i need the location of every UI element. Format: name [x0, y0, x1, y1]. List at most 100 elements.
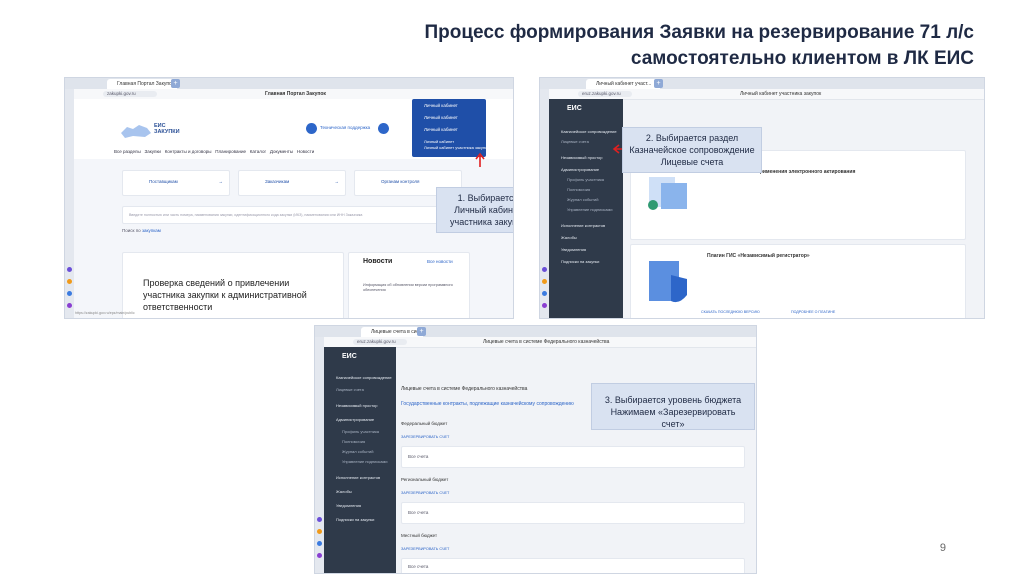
- accounts-row[interactable]: Все счета: [401, 502, 745, 524]
- nav-purchases[interactable]: Закупки: [145, 149, 161, 154]
- arrow-right-icon: →: [218, 179, 224, 184]
- slide-title-line2: самостоятельно клиентом в ЛК ЕИС: [630, 48, 974, 69]
- info-card-plugin: Плагин ГИС «Независимый регистратор» СКА…: [630, 244, 966, 318]
- callout-step-1: 1. Выбирается Личный кабинет участника з…: [436, 187, 514, 233]
- sidebar-item[interactable]: Независимый простор: [561, 155, 603, 160]
- nav-all-sections[interactable]: Все разделы: [114, 149, 141, 154]
- personal-cabinet-menu: Личный кабинет Личный кабинет Личный каб…: [412, 99, 489, 157]
- sidebar-item-treasury[interactable]: Казначейское сопровождение: [561, 129, 617, 134]
- cabinet-sidebar: ЕИС Казначейское сопровождение Лицевые с…: [324, 347, 396, 573]
- plugin-more-link[interactable]: ПОДРОБНЕЕ О ПЛАГИНЕ: [791, 309, 835, 315]
- sidebar-item[interactable]: Уведомления: [561, 247, 586, 252]
- sidebar-item[interactable]: Полномочия: [567, 187, 590, 192]
- contracts-tab[interactable]: Государственные контракты, подлежащие ка…: [401, 401, 574, 408]
- callout-line: 2. Выбирается раздел: [645, 133, 739, 143]
- screenshot-cabinet: Личный кабинет участ... + eruz.zakupki.g…: [539, 77, 985, 319]
- callout-line: Казначейское сопровождение: [629, 145, 755, 155]
- status-url: https://zakupki.gov.ru/epz/main/public: [75, 311, 135, 315]
- sidebar-item[interactable]: Подписки на закупки: [561, 259, 599, 264]
- news-item[interactable]: Информация об обновлении версии программ…: [363, 283, 453, 293]
- nav-contracts[interactable]: Контракты и договоры: [165, 149, 212, 154]
- callout-line: участника закупок: [450, 217, 513, 227]
- sidebar-item[interactable]: Профиль участника: [342, 429, 379, 434]
- new-tab-button[interactable]: +: [171, 79, 180, 88]
- orange-app-icon[interactable]: [67, 279, 72, 284]
- sidebar-item[interactable]: Профиль участника: [567, 177, 604, 182]
- sidebar-item[interactable]: Жалобы: [561, 235, 577, 240]
- callout-line: Личный кабинет: [454, 205, 514, 215]
- accounts-row-label: Все счета: [408, 510, 429, 515]
- url-field[interactable]: zakupki.gov.ru: [103, 91, 157, 97]
- purple-app-icon[interactable]: [67, 267, 72, 272]
- menu-item-participant[interactable]: Личный кабинет участника закупок: [424, 145, 489, 151]
- url-field[interactable]: eruz.zakupki.gov.ru: [353, 339, 407, 345]
- violet-app-icon[interactable]: [317, 553, 322, 558]
- sidebar-item[interactable]: Журнал событий: [567, 197, 598, 202]
- sidebar-item-accounts[interactable]: Лицевые счета: [561, 139, 589, 144]
- violet-app-icon[interactable]: [542, 303, 547, 308]
- article-card[interactable]: Проверка сведений о привлечении участник…: [122, 252, 344, 318]
- sidebar-item[interactable]: Независимый простор: [336, 403, 378, 408]
- browser-tab[interactable]: Главная Портал Закупок: [107, 79, 177, 89]
- sidebar-item[interactable]: Журнал событий: [342, 449, 373, 454]
- reserve-account-button[interactable]: ЗАРЕЗЕРВИРОВАТЬ СЧЕТ: [401, 434, 449, 440]
- accounts-row[interactable]: Все счета: [401, 558, 745, 573]
- sidebar-item[interactable]: Уведомления: [336, 503, 361, 508]
- sidebar-item[interactable]: Администрирование: [561, 167, 599, 172]
- accounts-row-label: Все счета: [408, 454, 429, 459]
- browser-tab[interactable]: Личный кабинет участ...: [586, 79, 660, 89]
- sidebar-item[interactable]: Подписки на закупки: [336, 517, 374, 522]
- menu-item[interactable]: Личный кабинет: [424, 115, 458, 121]
- menu-item[interactable]: Личный кабинет: [424, 127, 458, 133]
- callout-line: 3. Выбирается уровень бюджета: [604, 395, 742, 405]
- url-field[interactable]: eruz.zakupki.gov.ru: [578, 91, 632, 97]
- sidebar-item[interactable]: Исполнение контрактов: [561, 223, 605, 228]
- sidebar-item[interactable]: Полномочия: [342, 439, 365, 444]
- sidebar-item[interactable]: Управление подписками: [567, 207, 612, 212]
- all-news-link[interactable]: Все новости: [427, 259, 453, 265]
- orange-app-icon[interactable]: [542, 279, 547, 284]
- screenshot-accounts: Лицевые счета в сист... + eruz.zakupki.g…: [314, 325, 757, 574]
- support-icon[interactable]: [306, 123, 317, 134]
- browser-tab[interactable]: Лицевые счета в сист...: [361, 327, 423, 337]
- slide-title-line1: Процесс формирования Заявки на резервиро…: [424, 22, 974, 43]
- sidebar-item[interactable]: Управление подписками: [342, 459, 387, 464]
- nav-news[interactable]: Новости: [297, 149, 314, 154]
- tech-support-link[interactable]: Техническая поддержка: [320, 125, 370, 131]
- blue-app-icon[interactable]: [67, 291, 72, 296]
- tile-customers[interactable]: Заказчикам →: [238, 170, 346, 196]
- sidebar-item[interactable]: Жалобы: [336, 489, 352, 494]
- sidebar-brand: ЕИС: [342, 353, 357, 360]
- blue-app-icon[interactable]: [317, 541, 322, 546]
- screenshot-portal: Главная Портал Закупок + zakupki.gov.ru …: [64, 77, 514, 319]
- cabinet-sidebar: ЕИС Казначейское сопровождение Лицевые с…: [549, 99, 623, 318]
- card-title: Плагин ГИС «Независимый регистратор»: [707, 253, 810, 259]
- download-link[interactable]: СКАЧАТЬ ПОСЛЕДНЮЮ ВЕРСИЮ: [701, 309, 760, 315]
- purple-app-icon[interactable]: [542, 267, 547, 272]
- eis-logo-text: ЕИС ЗАКУПКИ: [154, 123, 180, 135]
- reserve-account-button[interactable]: ЗАРЕЗЕРВИРОВАТЬ СЧЕТ: [401, 490, 449, 496]
- blue-app-icon[interactable]: [542, 291, 547, 296]
- new-tab-button[interactable]: +: [417, 327, 426, 336]
- sidebar-item-treasury[interactable]: Казначейское сопровождение: [336, 375, 392, 380]
- violet-app-icon[interactable]: [67, 303, 72, 308]
- nav-catalog[interactable]: Каталог: [250, 149, 266, 154]
- tile-suppliers[interactable]: Поставщикам →: [122, 170, 230, 196]
- accounts-row[interactable]: Все счета: [401, 446, 745, 468]
- article-title: Проверка сведений о привлечении участник…: [143, 278, 307, 312]
- orange-app-icon[interactable]: [317, 529, 322, 534]
- nav-documents[interactable]: Документы: [270, 149, 293, 154]
- sidebar-item[interactable]: Исполнение контрактов: [336, 475, 380, 480]
- budget-name: Местный бюджет: [401, 533, 437, 538]
- eis-logo-icon: [121, 125, 151, 138]
- menu-item[interactable]: Личный кабинет: [424, 103, 458, 109]
- new-tab-button[interactable]: +: [654, 79, 663, 88]
- sidebar-item-accounts[interactable]: Лицевые счета: [336, 387, 364, 392]
- search-scope[interactable]: Поиск по закупкам: [122, 228, 161, 234]
- nav-planning[interactable]: Планирование: [215, 149, 246, 154]
- purple-app-icon[interactable]: [317, 517, 322, 522]
- sidebar-item[interactable]: Администрирование: [336, 417, 374, 422]
- region-icon[interactable]: [378, 123, 389, 134]
- news-heading: Новости: [363, 258, 393, 265]
- reserve-account-button[interactable]: ЗАРЕЗЕРВИРОВАТЬ СЧЕТ: [401, 546, 449, 552]
